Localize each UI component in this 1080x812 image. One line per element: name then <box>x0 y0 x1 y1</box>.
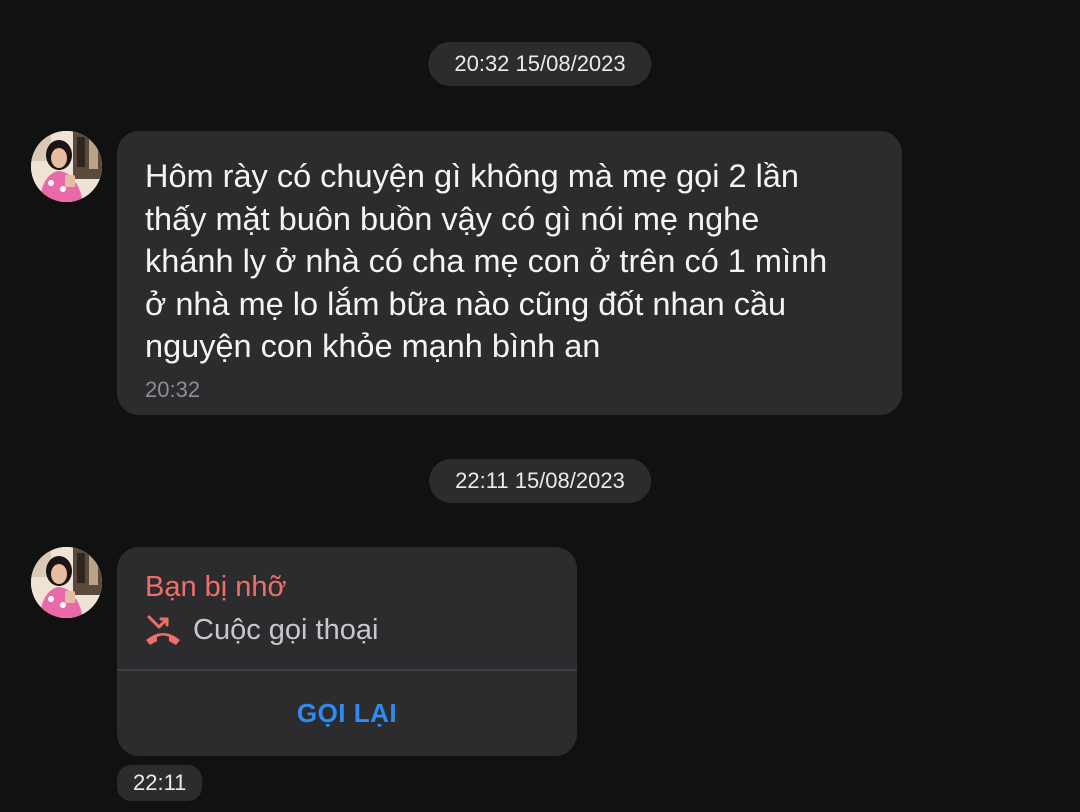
missed-call-title: Bạn bị nhỡ <box>145 571 287 603</box>
call-type-label: Cuộc gọi thoại <box>193 613 379 646</box>
contact-avatar[interactable] <box>31 131 102 202</box>
message-bubble[interactable]: Hôm rày có chuyện gì không mà mẹ gọi 2 l… <box>117 131 902 415</box>
date-divider: 22:11 15/08/2023 <box>429 459 651 503</box>
message-text: Hôm rày có chuyện gì không mà mẹ gọi 2 l… <box>145 158 828 364</box>
avatar-photo <box>31 131 102 202</box>
missed-call-icon <box>146 615 180 645</box>
contact-avatar[interactable] <box>31 547 102 618</box>
message-time: 20:32 <box>145 377 201 402</box>
message-time: 22:11 <box>117 765 203 801</box>
date-divider: 20:32 15/08/2023 <box>428 42 652 86</box>
avatar-photo <box>31 547 102 618</box>
call-info-row: Cuộc gọi thoại <box>143 613 378 647</box>
missed-call-card[interactable]: Bạn bị nhỡ Cuộc gọi thoại GỌI LẠI <box>117 547 577 756</box>
chat-screen: 20:32 15/08/2023 Hôm rày có chuyện gì kh… <box>0 0 1080 812</box>
call-back-button[interactable]: GỌI LẠI <box>117 671 577 756</box>
